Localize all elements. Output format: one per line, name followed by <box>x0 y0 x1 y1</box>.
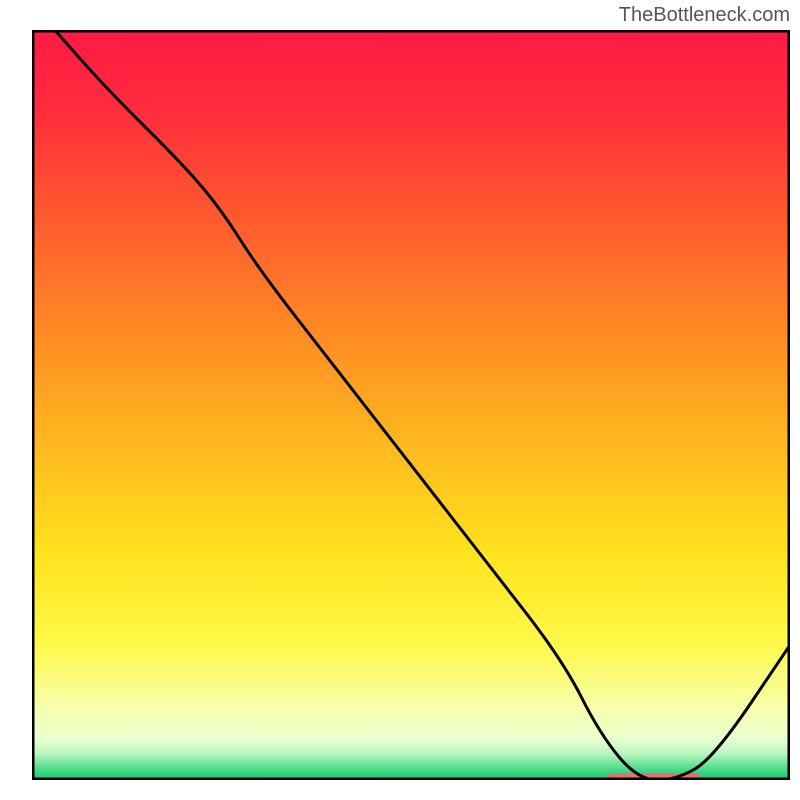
chart-container: TheBottleneck.com <box>0 0 800 800</box>
plot-area <box>32 30 790 780</box>
gradient-background <box>32 30 790 780</box>
chart-svg <box>0 0 800 800</box>
watermark-text: TheBottleneck.com <box>619 4 790 27</box>
